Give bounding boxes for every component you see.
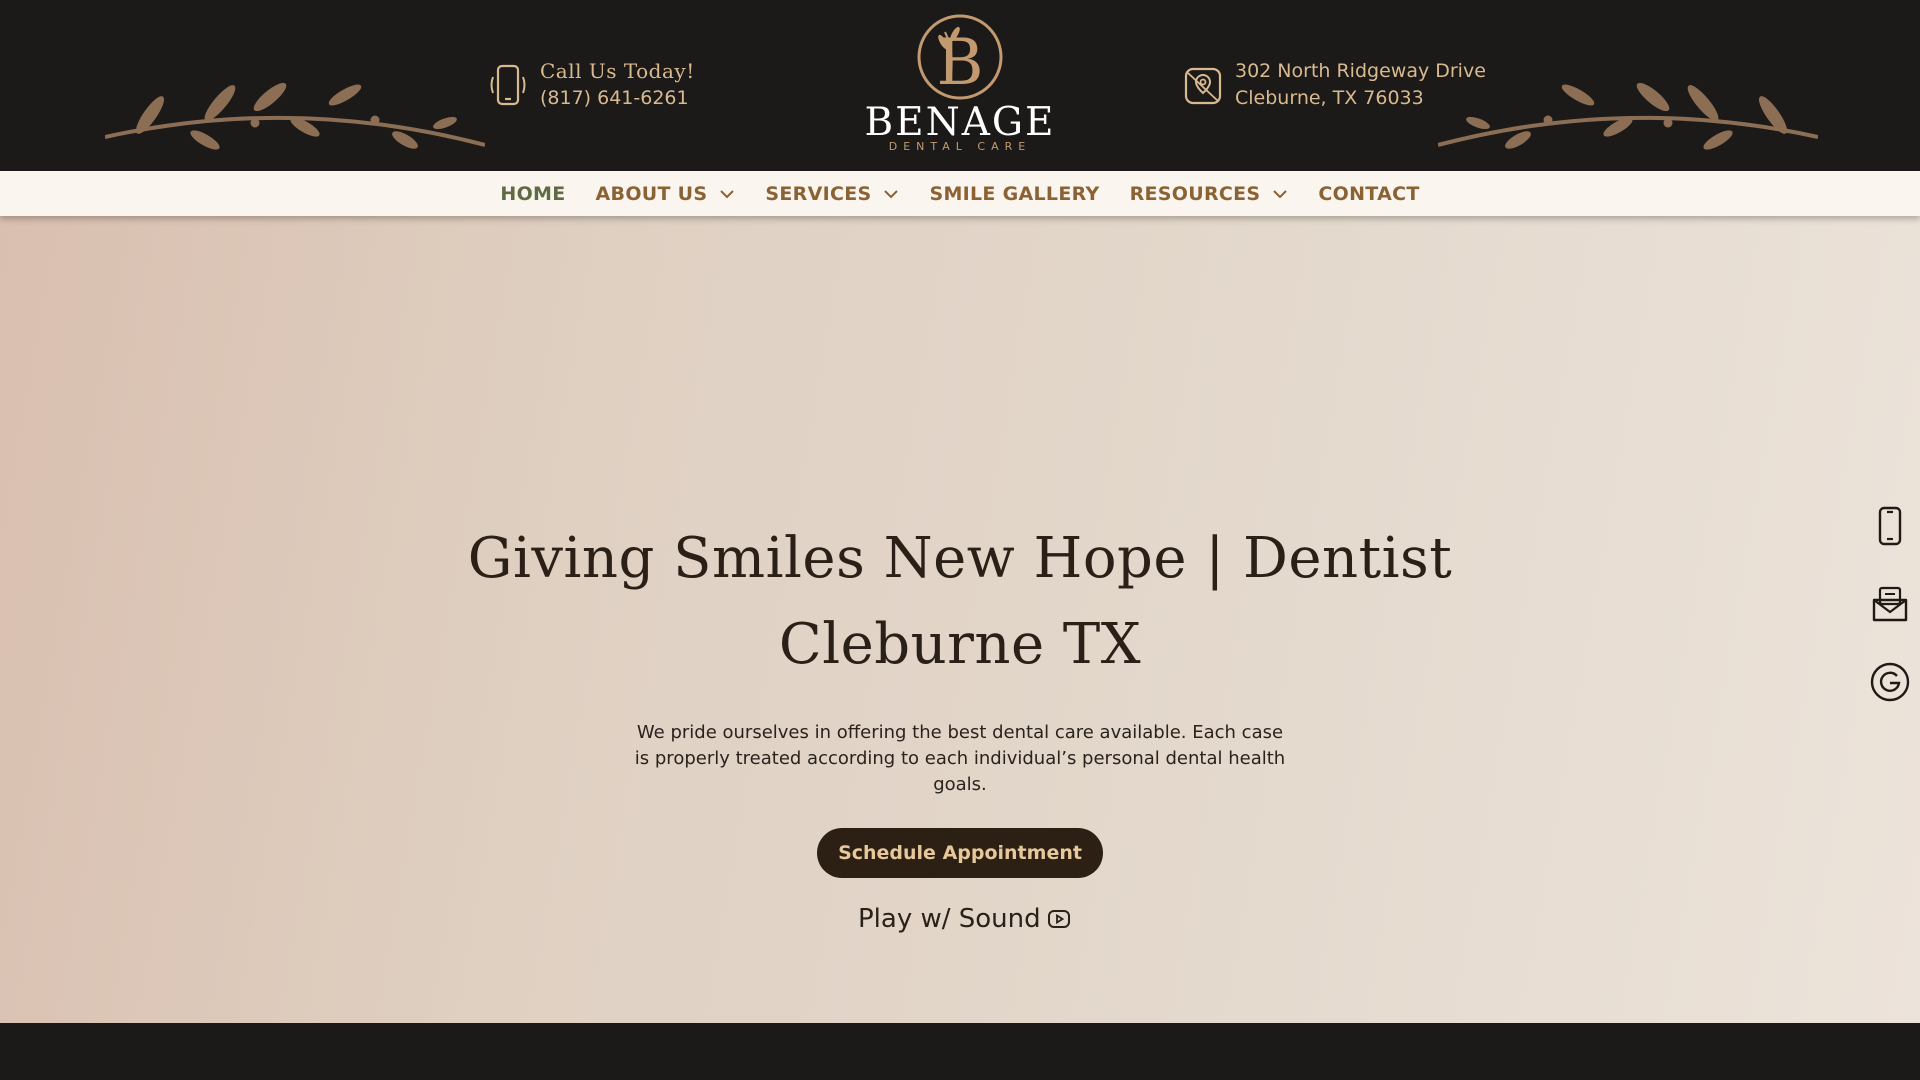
hero-section: Giving Smiles New Hope | Dentist Cleburn… bbox=[0, 216, 1920, 1023]
nav-services[interactable]: SERVICES bbox=[765, 183, 899, 205]
play-with-sound-button[interactable]: Play w/ Sound bbox=[858, 904, 1071, 934]
logo-wordmark: BENAGE bbox=[864, 100, 1056, 145]
chevron-down-icon bbox=[1273, 189, 1288, 198]
site-logo[interactable]: B BENAGE DENTAL CARE bbox=[860, 12, 1060, 162]
phone-icon bbox=[490, 64, 526, 106]
phone-icon[interactable] bbox=[1868, 504, 1912, 548]
call-us-block[interactable]: Call Us Today! (817) 641-6261 bbox=[488, 58, 695, 112]
branch-ornament-icon bbox=[105, 82, 485, 150]
nav-resources-label: RESOURCES bbox=[1129, 182, 1261, 205]
nav-about-us-label: ABOUT US bbox=[595, 182, 708, 205]
chevron-down-icon bbox=[720, 189, 735, 198]
hero-title-line-2: Cleburne TX bbox=[778, 612, 1142, 677]
nav-about-us[interactable]: ABOUT US bbox=[596, 183, 736, 205]
footer-strip bbox=[0, 1023, 1920, 1080]
call-us-heading: Call Us Today! bbox=[540, 59, 695, 83]
nav-home-label: HOME bbox=[500, 182, 566, 205]
svg-text:B: B bbox=[936, 26, 983, 100]
chevron-down-icon bbox=[884, 189, 899, 198]
mail-icon[interactable] bbox=[1868, 582, 1912, 626]
nav-contact-label: CONTACT bbox=[1318, 182, 1420, 205]
schedule-appointment-button[interactable]: Schedule Appointment bbox=[817, 828, 1103, 878]
nav-home[interactable]: HOME bbox=[500, 183, 565, 205]
logo-subtitle: DENTAL CARE bbox=[888, 140, 1032, 153]
nav-services-label: SERVICES bbox=[765, 182, 872, 205]
main-nav: HOME ABOUT US SERVICES SMILE GALLERY RES… bbox=[0, 171, 1920, 216]
nav-smile-gallery-label: SMILE GALLERY bbox=[929, 182, 1100, 205]
google-icon[interactable] bbox=[1868, 660, 1912, 704]
phone-number-link[interactable]: (817) 641-6261 bbox=[540, 85, 695, 112]
logo-monogram-icon: B bbox=[917, 14, 1003, 100]
branch-ornament-icon bbox=[1438, 82, 1818, 150]
nav-resources[interactable]: RESOURCES bbox=[1130, 183, 1289, 205]
hero-description: We pride ourselves in offering the best … bbox=[634, 722, 1286, 795]
map-pin-icon bbox=[1184, 67, 1222, 105]
hero-title: Giving Smiles New Hope | Dentist Cleburn… bbox=[360, 516, 1560, 688]
nav-contact[interactable]: CONTACT bbox=[1318, 183, 1419, 205]
play-video-icon bbox=[1047, 910, 1070, 928]
hero-title-line-1: Giving Smiles New Hope | Dentist bbox=[467, 526, 1453, 591]
side-quick-links bbox=[1868, 504, 1912, 738]
site-header: Call Us Today! (817) 641-6261 B BENAGE D… bbox=[0, 0, 1920, 171]
nav-smile-gallery[interactable]: SMILE GALLERY bbox=[929, 183, 1099, 205]
play-with-sound-label: Play w/ Sound bbox=[858, 904, 1041, 934]
